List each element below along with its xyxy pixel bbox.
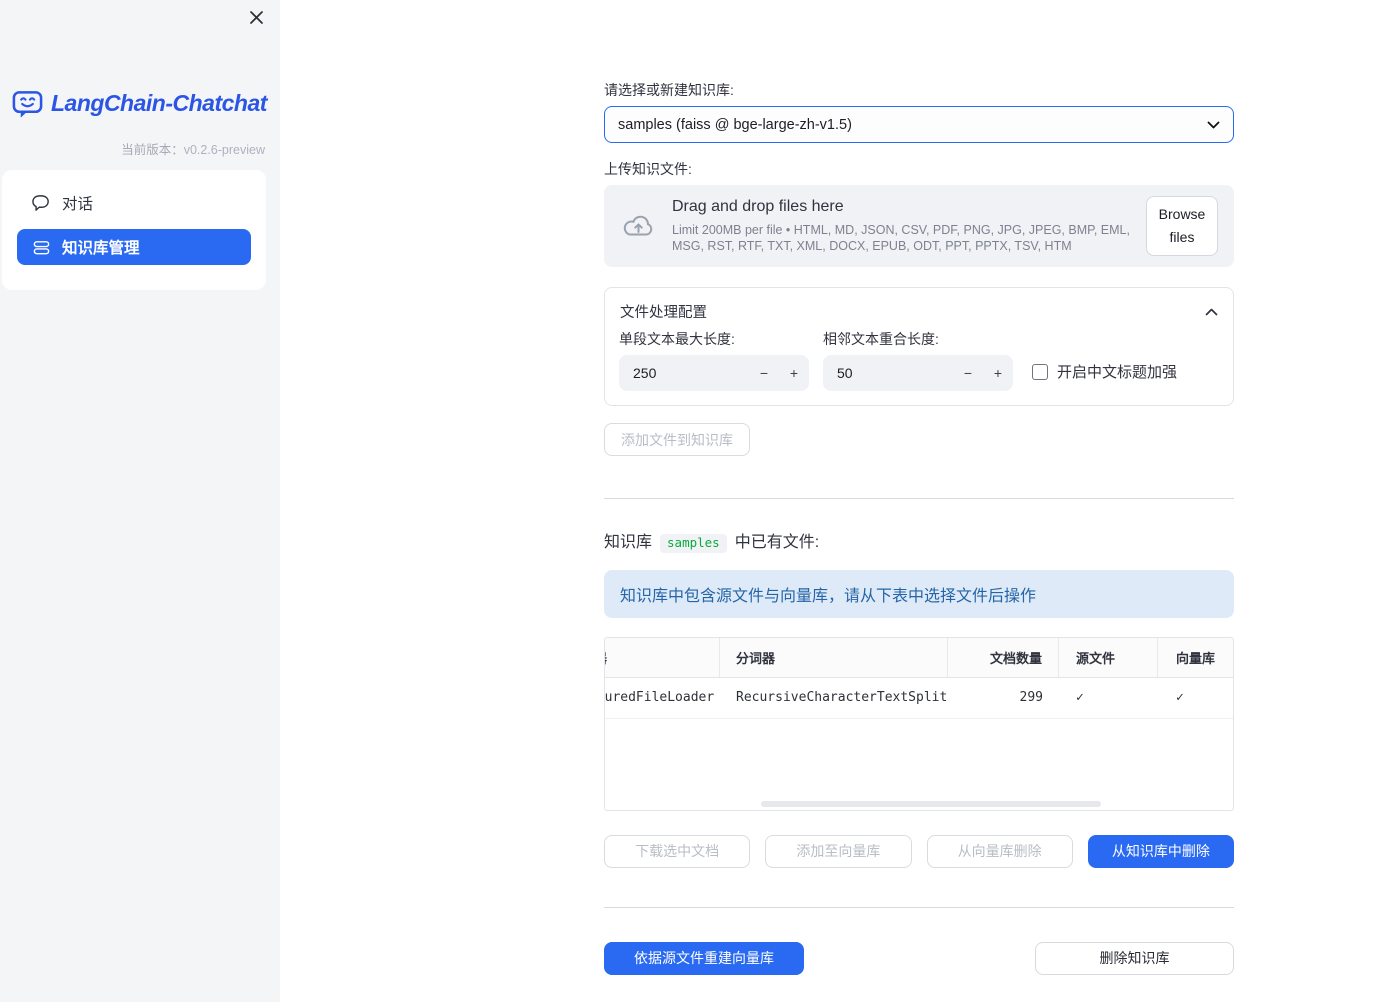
add-files-button[interactable]: 添加文件到知识库	[604, 423, 750, 456]
sidebar-close-icon[interactable]	[246, 7, 266, 27]
sidebar-menu: 对话 知识库管理	[2, 170, 266, 290]
app-logo: LangChain-Chatchat	[11, 87, 267, 120]
rebuild-vector-store-button[interactable]: 依据源文件重建向量库	[604, 941, 804, 975]
version-label: 当前版本：	[121, 143, 184, 157]
expander-body: 单段文本最大长度: 250 − + 相邻文本重合长度: 50 − + 开启中文标…	[605, 332, 1233, 391]
chat-bubble-icon	[32, 193, 51, 212]
dropzone-limit: Limit 200MB per file • HTML, MD, JSON, C…	[672, 222, 1130, 253]
kb-select-label: 请选择或新建知识库:	[604, 82, 734, 98]
upload-label: 上传知识文件:	[604, 161, 692, 177]
sidebar-item-label: 知识库管理	[62, 240, 140, 257]
table-header-cell-splitter[interactable]: 分词器	[720, 637, 948, 677]
info-alert-text: 知识库中包含源文件与向量库，请从下表中选择文件后操作	[620, 587, 1037, 605]
table-cell-vector-store-check: ✓	[1176, 690, 1184, 705]
table-row[interactable]: UnstructuredFileLoader RecursiveCharacte…	[605, 678, 1233, 719]
chunk-size-input[interactable]: 250 − +	[619, 355, 809, 391]
file-dropzone[interactable]: Drag and drop files here Limit 200MB per…	[604, 185, 1234, 267]
chunk-size-decrement-button[interactable]: −	[749, 355, 779, 391]
existing-prefix: 知识库	[604, 534, 653, 552]
table-cell-doc-count: 299	[1019, 690, 1043, 705]
add-to-vector-store-button[interactable]: 添加至向量库	[765, 834, 912, 868]
delete-kb-button[interactable]: 删除知识库	[1035, 941, 1234, 975]
info-alert: 知识库中包含源文件与向量库，请从下表中选择文件后操作	[604, 569, 1234, 618]
dropzone-text: Drag and drop files here Limit 200MB per…	[672, 198, 1131, 255]
version-value: v0.2.6-preview	[183, 143, 265, 157]
chevron-up-icon	[1205, 308, 1218, 316]
existing-suffix: 中已有文件:	[734, 534, 820, 552]
file-config-expander: 文件处理配置 单段文本最大长度: 250 − + 相邻文本重合长度: 50 − …	[604, 287, 1234, 406]
cloud-upload-icon	[620, 211, 657, 241]
files-table[interactable]: 文档加载器 分词器 文档数量 源文件 向量库 UnstructuredFileL…	[604, 636, 1234, 811]
file-actions-row: 下载选中文档 添加至向量库 从向量库删除 从知识库中删除	[604, 834, 1234, 868]
overlap-value: 50	[837, 365, 853, 381]
table-horizontal-scrollbar[interactable]	[761, 800, 1101, 807]
overlap-field: 相邻文本重合长度: 50 − +	[823, 332, 1013, 391]
logo-smiley-icon	[11, 87, 44, 120]
overlap-label: 相邻文本重合长度:	[823, 331, 939, 347]
divider	[604, 906, 1234, 908]
zh-title-checkbox[interactable]	[1032, 363, 1048, 380]
existing-files-heading: 知识库 samples 中已有文件:	[604, 534, 1234, 553]
kb-footer-actions: 依据源文件重建向量库 删除知识库	[604, 941, 1234, 975]
kb-select-value: samples (faiss @ bge-large-zh-v1.5)	[618, 116, 852, 133]
table-header-cell-loader[interactable]: 文档加载器	[605, 637, 720, 677]
logo-title: LangChain-Chatchat	[51, 90, 267, 116]
browse-files-button[interactable]: Browse files	[1146, 195, 1218, 257]
chunk-size-field: 单段文本最大长度: 250 − +	[619, 332, 809, 391]
kb-select[interactable]: samples (faiss @ bge-large-zh-v1.5)	[604, 106, 1234, 143]
overlap-increment-button[interactable]: +	[983, 355, 1013, 391]
version-text: 当前版本：v0.2.6-preview	[121, 139, 265, 158]
chunk-size-label: 单段文本最大长度:	[619, 331, 735, 347]
delete-from-kb-button[interactable]: 从知识库中删除	[1087, 834, 1234, 868]
table-header-cell-vector-store[interactable]: 向量库	[1158, 638, 1233, 677]
sidebar: LangChain-Chatchat 当前版本：v0.2.6-preview 对…	[0, 0, 280, 1002]
overlap-decrement-button[interactable]: −	[953, 355, 983, 391]
expander-header[interactable]: 文件处理配置	[605, 288, 1233, 332]
download-selected-button[interactable]: 下载选中文档	[604, 834, 751, 868]
app-root: LangChain-Chatchat 当前版本：v0.2.6-preview 对…	[0, 0, 1380, 1002]
chunk-size-increment-button[interactable]: +	[779, 355, 809, 391]
table-cell-splitter: RecursiveCharacterTextSplitter	[736, 690, 948, 705]
main-content: 请选择或新建知识库: samples (faiss @ bge-large-zh…	[604, 0, 1234, 975]
expander-title: 文件处理配置	[620, 305, 707, 321]
table-header: 文档加载器 分词器 文档数量 源文件 向量库	[605, 637, 1233, 678]
table-cell-source-file-check: ✓	[1076, 690, 1084, 705]
chevron-down-icon	[1207, 121, 1220, 129]
kb-stack-icon	[32, 238, 51, 257]
divider	[604, 498, 1234, 499]
sidebar-item-label: 对话	[62, 195, 94, 213]
table-header-cell-source-file[interactable]: 源文件	[1059, 637, 1158, 677]
overlap-input[interactable]: 50 − +	[823, 355, 1013, 391]
delete-from-vector-store-button[interactable]: 从向量库删除	[926, 834, 1073, 868]
chunk-size-value: 250	[633, 365, 657, 381]
zh-title-checkbox-label: 开启中文标题加强	[1057, 364, 1178, 381]
table-cell-loader: UnstructuredFileLoader	[605, 690, 715, 705]
kb-name-code: samples	[660, 534, 727, 553]
sidebar-item-chat[interactable]: 对话	[17, 184, 251, 221]
zh-title-checkbox-row[interactable]: 开启中文标题加强	[1032, 361, 1177, 382]
sidebar-item-kb-management[interactable]: 知识库管理	[17, 229, 251, 265]
table-header-cell-doc-count[interactable]: 文档数量	[948, 637, 1059, 677]
dropzone-title: Drag and drop files here	[672, 197, 844, 215]
